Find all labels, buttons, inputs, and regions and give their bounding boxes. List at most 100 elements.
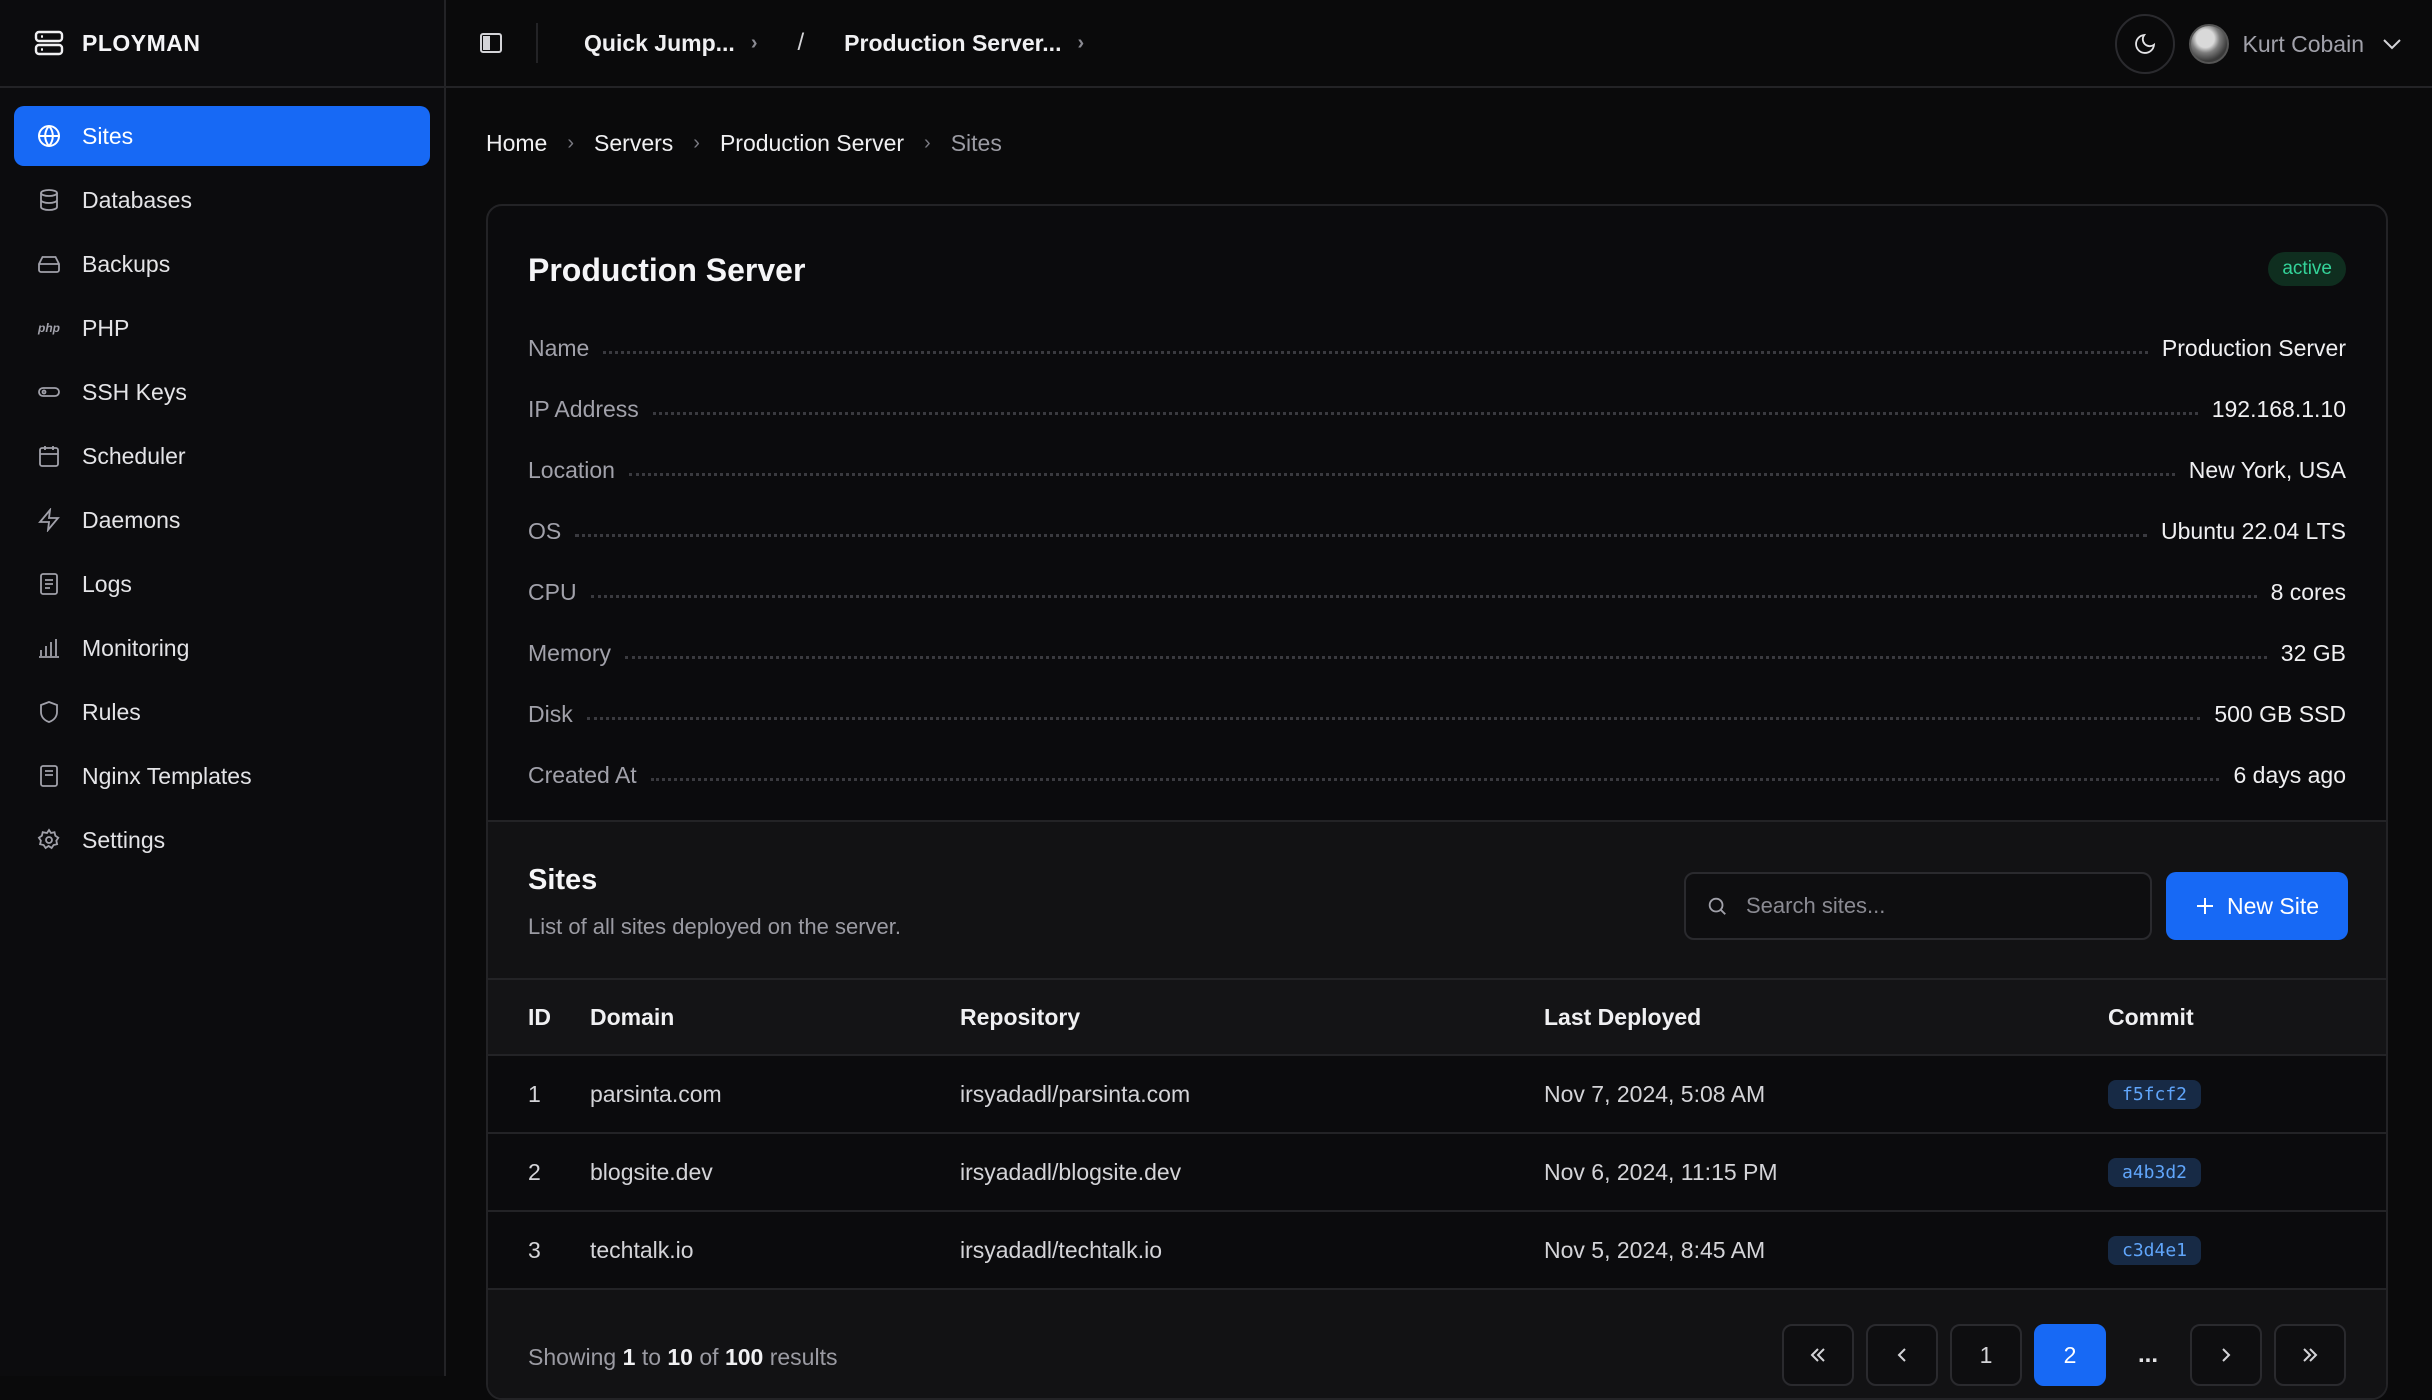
- first-page-button[interactable]: [1782, 1324, 1854, 1386]
- chevron-right-icon: ›: [750, 31, 758, 54]
- bar-chart-icon: [36, 635, 62, 661]
- pagination-footer: Showing 1 to 10 of 100 results 1 2 ...: [528, 1324, 2346, 1390]
- sidebar-item-logs[interactable]: Logs: [14, 554, 430, 614]
- cell-last-deployed: Nov 6, 2024, 11:15 PM: [1544, 1158, 1778, 1185]
- breadcrumb-home[interactable]: Home: [486, 130, 547, 157]
- table-row[interactable]: 1 parsinta.com irsyadadl/parsinta.com No…: [488, 1056, 2386, 1134]
- sidebar-item-scheduler[interactable]: Scheduler: [14, 426, 430, 486]
- chevron-right-icon: ›: [1077, 31, 1085, 54]
- server-card: Production Server active Name Production…: [486, 204, 2388, 1400]
- file-icon: [36, 763, 62, 789]
- column-header-domain: Domain: [590, 1003, 675, 1030]
- page-title: Production Server: [528, 252, 806, 288]
- theme-toggle-button[interactable]: [2114, 14, 2175, 74]
- cell-id: 3: [528, 1236, 541, 1263]
- plus-icon: [2195, 896, 2215, 916]
- brand[interactable]: PLOYMAN: [0, 0, 444, 88]
- cell-repository: irsyadadl/blogsite.dev: [960, 1158, 1182, 1185]
- detail-value: 6 days ago: [2233, 762, 2346, 788]
- sidebar-item-backups[interactable]: Backups: [14, 234, 430, 294]
- detail-label: Name: [528, 335, 590, 361]
- quick-jump-label: Quick Jump...: [584, 29, 735, 56]
- user-menu-button[interactable]: Kurt Cobain: [2188, 24, 2402, 64]
- quick-jump-button[interactable]: Quick Jump... ›: [584, 30, 758, 57]
- sites-subtitle: List of all sites deployed on the server…: [528, 914, 901, 939]
- sidebar-toggle-button[interactable]: [476, 28, 506, 58]
- sidebar-item-databases[interactable]: Databases: [14, 170, 430, 230]
- topbar-separator: /: [797, 29, 805, 56]
- next-page-button[interactable]: [2190, 1324, 2262, 1386]
- chevron-left-icon: [1891, 1344, 1913, 1366]
- sidebar-item-php[interactable]: php PHP: [14, 298, 430, 358]
- sites-title: Sites: [528, 864, 598, 896]
- sidebar-item-rules[interactable]: Rules: [14, 682, 430, 742]
- cell-last-deployed: Nov 5, 2024, 8:45 AM: [1544, 1236, 1766, 1263]
- chevron-right-icon: ›: [567, 132, 575, 154]
- page-button-2[interactable]: 2: [2034, 1324, 2106, 1386]
- commit-badge: a4b3d2: [2108, 1158, 2202, 1187]
- chevrons-right-icon: [2299, 1344, 2321, 1366]
- brand-name: PLOYMAN: [82, 29, 201, 56]
- cell-domain: techtalk.io: [590, 1236, 694, 1263]
- detail-value: New York, USA: [2188, 457, 2346, 483]
- dotted-leader: [650, 778, 2220, 781]
- sidebar-item-settings[interactable]: Settings: [14, 810, 430, 870]
- detail-value: 8 cores: [2270, 579, 2346, 605]
- new-site-label: New Site: [2226, 892, 2320, 919]
- cell-repository: irsyadadl/techtalk.io: [960, 1236, 1162, 1263]
- user-name: Kurt Cobain: [2242, 30, 2364, 57]
- table-row[interactable]: 3 techtalk.io irsyadadl/techtalk.io Nov …: [488, 1212, 2386, 1290]
- sidebar-item-monitoring[interactable]: Monitoring: [14, 618, 430, 678]
- sidebar-item-label: Rules: [82, 698, 141, 725]
- detail-label: Memory: [528, 640, 612, 666]
- detail-row-disk: Disk 500 GB SSD: [528, 684, 2346, 745]
- sidebar-item-ssh-keys[interactable]: SSH Keys: [14, 362, 430, 422]
- sidebar-item-nginx-templates[interactable]: Nginx Templates: [14, 746, 430, 806]
- cell-commit: a4b3d2: [2108, 1157, 2386, 1187]
- server-switcher-button[interactable]: Production Server... ›: [844, 30, 1084, 57]
- dotted-leader: [575, 534, 2148, 537]
- server-stack-icon: [34, 30, 64, 56]
- table-row[interactable]: 2 blogsite.dev irsyadadl/blogsite.dev No…: [488, 1134, 2386, 1212]
- panel-left-icon: [479, 32, 503, 54]
- detail-label: Location: [528, 457, 615, 483]
- sidebar-item-label: Databases: [82, 186, 192, 213]
- sidebar-item-label: PHP: [82, 314, 130, 341]
- cell-id: 2: [528, 1158, 541, 1185]
- last-page-button[interactable]: [2274, 1324, 2346, 1386]
- detail-row-created: Created At 6 days ago: [528, 745, 2346, 806]
- summary-total: 100: [724, 1343, 764, 1370]
- commit-badge: f5fcf2: [2108, 1080, 2202, 1109]
- column-header-repository: Repository: [960, 1003, 1081, 1030]
- detail-value: 192.168.1.10: [2211, 396, 2346, 422]
- breadcrumb-server[interactable]: Production Server: [720, 130, 904, 157]
- globe-icon: [36, 123, 62, 149]
- detail-value: 32 GB: [2280, 640, 2346, 666]
- sidebar-item-sites[interactable]: Sites: [14, 106, 430, 166]
- detail-row-memory: Memory 32 GB: [528, 623, 2346, 684]
- cell-commit: f5fcf2: [2108, 1079, 2386, 1109]
- chevron-right-icon: ›: [693, 132, 700, 154]
- topbar: Quick Jump... › / Production Server... ›…: [446, 0, 2432, 88]
- sidebar-item-label: Logs: [82, 570, 132, 597]
- server-details: Name Production Server IP Address 192.16…: [528, 318, 2346, 806]
- results-summary: Showing 1 to 10 of 100 results: [528, 1344, 837, 1371]
- detail-label: Disk: [528, 701, 573, 727]
- avatar: [2188, 24, 2229, 64]
- bolt-icon: [36, 507, 62, 533]
- breadcrumb-servers[interactable]: Servers: [594, 130, 673, 157]
- php-icon: php: [38, 321, 60, 335]
- pagination-ellipsis: ...: [2137, 1341, 2158, 1368]
- cell-repository: irsyadadl/parsinta.com: [960, 1080, 1191, 1107]
- column-header-id: ID: [528, 1003, 551, 1030]
- new-site-button[interactable]: New Site: [2166, 872, 2348, 940]
- summary-from: 1: [622, 1343, 636, 1370]
- page-button-1[interactable]: 1: [1950, 1324, 2022, 1386]
- sidebar-item-daemons[interactable]: Daemons: [14, 490, 430, 550]
- detail-label: CPU: [528, 579, 577, 605]
- detail-label: IP Address: [528, 396, 639, 422]
- search-input[interactable]: [1746, 893, 2126, 919]
- detail-row-os: OS Ubuntu 22.04 LTS: [528, 501, 2346, 562]
- breadcrumb: Home › Servers › Production Server › Sit…: [486, 130, 1002, 157]
- prev-page-button[interactable]: [1866, 1324, 1938, 1386]
